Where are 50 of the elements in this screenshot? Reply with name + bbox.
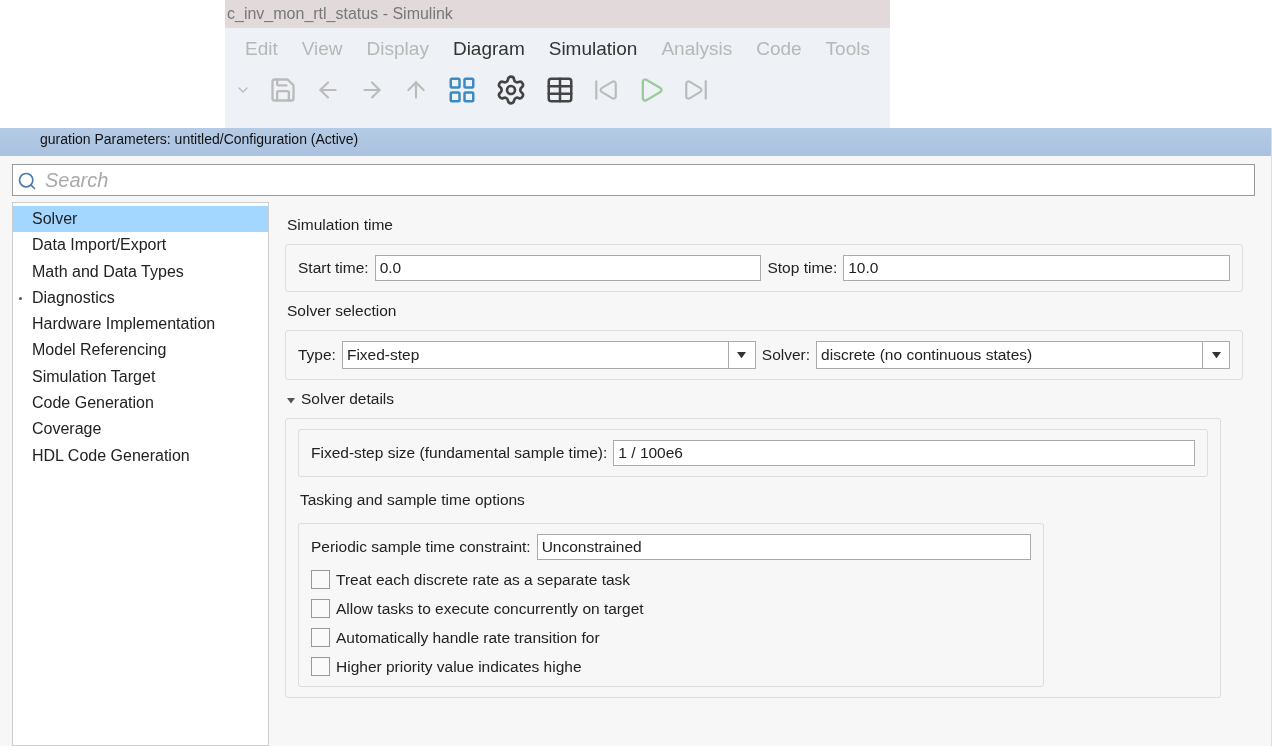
expand-arrow-icon[interactable]: [287, 398, 295, 404]
sidebar-item[interactable]: HDL Code Generation: [13, 442, 268, 469]
checkbox[interactable]: [311, 628, 330, 647]
step-back-icon[interactable]: [593, 77, 619, 103]
expand-dot-icon[interactable]: [19, 296, 22, 300]
table-icon[interactable]: [545, 75, 575, 105]
field-label: Start time:: [298, 259, 369, 277]
step-forward-icon[interactable]: [683, 77, 709, 103]
checkbox-label: Automatically handle rate transition for: [336, 628, 600, 647]
section-heading: Simulation time: [286, 215, 394, 235]
field-label: Type:: [298, 346, 336, 364]
field-label: Solver:: [761, 346, 811, 364]
dialog-title: guration Parameters: untitled/Configuration (Active): [0, 128, 1271, 156]
settings-icon[interactable]: [495, 74, 527, 106]
menu-item[interactable]: Simulation: [548, 38, 638, 60]
menu-item[interactable]: Diagram: [452, 38, 525, 60]
checkbox-label: Treat each discrete rate as a separate task: [336, 570, 631, 589]
sidebar-item[interactable]: Code Generation: [13, 390, 268, 417]
section-heading: Tasking and sample time options: [299, 490, 526, 510]
section-toggle[interactable]: Solver details: [285, 386, 1243, 412]
field-label: Stop time:: [767, 259, 838, 277]
dropdown[interactable]: Fixed-step: [341, 341, 756, 369]
sidebar-item[interactable]: Coverage: [13, 416, 268, 443]
input-field[interactable]: 10.0: [843, 255, 1230, 281]
window-title: c_inv_mon_rtl_status - Simulink: [225, 0, 890, 28]
search-icon: [17, 171, 37, 191]
checkbox-label: Higher priority value indicates highe: [336, 657, 582, 676]
checkbox[interactable]: [311, 570, 330, 589]
input-field[interactable]: 1 / 100e6: [613, 440, 1195, 466]
input-field[interactable]: 0.0: [374, 255, 762, 281]
save-icon[interactable]: [269, 76, 297, 104]
checkbox[interactable]: [311, 599, 330, 618]
dropdown-arrow-icon[interactable]: [737, 351, 747, 359]
dropdown-arrow-icon[interactable]: [1211, 351, 1221, 359]
sidebar-item[interactable]: Solver: [13, 206, 268, 233]
sidebar-item[interactable]: Math and Data Types: [13, 258, 268, 285]
sidebar-item[interactable]: Model Referencing: [13, 337, 268, 364]
checkbox-label: Allow tasks to execute concurrently on target: [336, 599, 644, 618]
input-field[interactable]: Unconstrained: [536, 534, 1031, 560]
dropdown[interactable]: discrete (no continuous states): [816, 341, 1230, 369]
search-field[interactable]: Search: [12, 164, 1255, 196]
sidebar-item[interactable]: Data Import/Export: [13, 232, 268, 259]
sidebar-item[interactable]: Hardware Implementation: [13, 311, 268, 338]
grid-icon[interactable]: [447, 75, 477, 105]
sidebar-item[interactable]: Diagnostics: [13, 284, 268, 312]
field-label: Fixed-step size (fundamental sample time):: [311, 444, 608, 462]
section-heading: Solver selection: [286, 301, 398, 321]
checkbox[interactable]: [311, 657, 330, 676]
field-label: Periodic sample time constraint:: [311, 538, 531, 556]
sidebar-item[interactable]: Simulation Target: [13, 363, 268, 391]
